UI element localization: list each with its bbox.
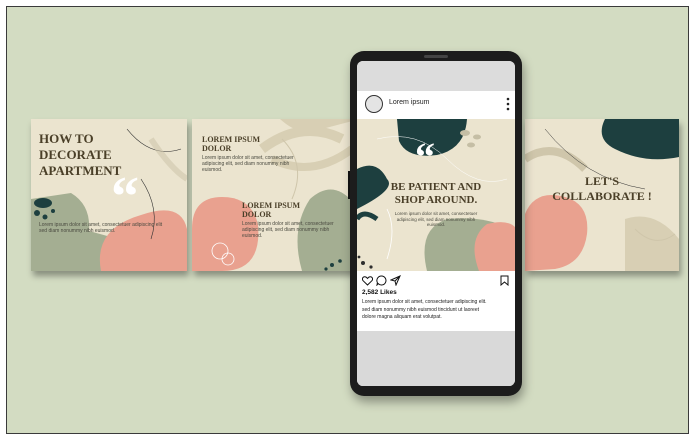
post-title-line-2: SHOP AROUND. xyxy=(394,194,478,206)
phone-side-button xyxy=(348,171,350,199)
panel-1-title-line-2: DECORATE xyxy=(39,147,112,162)
panel-1-title-line-1: HOW TO xyxy=(39,131,94,146)
panel-2-body-2-line-3: euismod. xyxy=(242,233,263,239)
post-footer: 2,582 Likes Lorem ipsum dolor sit amet, … xyxy=(357,271,515,331)
panel-1-body-line-2: sed diam nonummy nibh euismod. xyxy=(39,228,116,234)
post-quote-mark: “ xyxy=(415,134,435,179)
more-options-icon[interactable] xyxy=(505,96,511,112)
post-image[interactable]: “ BE PATIENT AND SHOP AROUND. Lorem ipsu… xyxy=(357,119,515,271)
comment-icon[interactable] xyxy=(376,275,387,286)
panel-3-title-line-1: LET'S xyxy=(584,174,620,188)
carousel-panel-2: LOREM IPSUM DOLOR Lorem ipsum dolor sit … xyxy=(192,119,360,271)
carousel-panel-3: LET'S COLLABORATE ! xyxy=(525,119,679,271)
username[interactable]: Lorem ipsum xyxy=(389,99,429,106)
screen-bottom-area xyxy=(357,331,515,386)
heart-icon[interactable] xyxy=(362,276,373,286)
panel-2-heading-2-line-1: LOREM IPSUM xyxy=(242,201,300,210)
carousel-panel-1: HOW TO DECORATE APARTMENT “ Lorem ipsum … xyxy=(31,119,187,271)
post-title-line-1: BE PATIENT AND xyxy=(390,181,482,193)
phone-screen: Lorem ipsum “ BE PATIENT AND SHOP AROUND… xyxy=(357,61,515,386)
post-body-line-3: euismod. xyxy=(426,222,446,227)
phone-speaker xyxy=(424,55,448,58)
likes-count[interactable]: 2,582 Likes xyxy=(362,289,397,296)
panel-2-body-1-line-3: euismod. xyxy=(202,167,223,173)
share-icon[interactable] xyxy=(390,275,401,286)
status-bar xyxy=(357,61,515,91)
post-header: Lorem ipsum xyxy=(357,91,515,119)
caption-line-1: Lorem ipsum dolor sit amet, consectetuer… xyxy=(362,299,487,305)
panel-2-heading-1-line-1: LOREM IPSUM xyxy=(202,135,260,144)
phone-mockup: Lorem ipsum “ BE PATIENT AND SHOP AROUND… xyxy=(348,51,522,396)
canvas-frame: HOW TO DECORATE APARTMENT “ Lorem ipsum … xyxy=(6,6,689,434)
panel-2-heading-1-line-2: DOLOR xyxy=(202,144,232,153)
panel-1-title-line-3: APARTMENT xyxy=(39,163,122,178)
panel-3-title-line-2: COLLABORATE ! xyxy=(552,189,652,203)
panel-1-quote-mark: “ xyxy=(111,166,139,228)
avatar[interactable] xyxy=(365,95,383,113)
bookmark-icon[interactable] xyxy=(500,275,509,286)
panel-2-heading-2-line-2: DOLOR xyxy=(242,210,272,219)
caption-line-3: dolore magna aliquam erat volutpat. xyxy=(362,314,442,320)
caption-line-2: sed diam nonummy nibh euismod tincidunt … xyxy=(362,306,480,313)
phone-body: Lorem ipsum “ BE PATIENT AND SHOP AROUND… xyxy=(348,51,522,396)
